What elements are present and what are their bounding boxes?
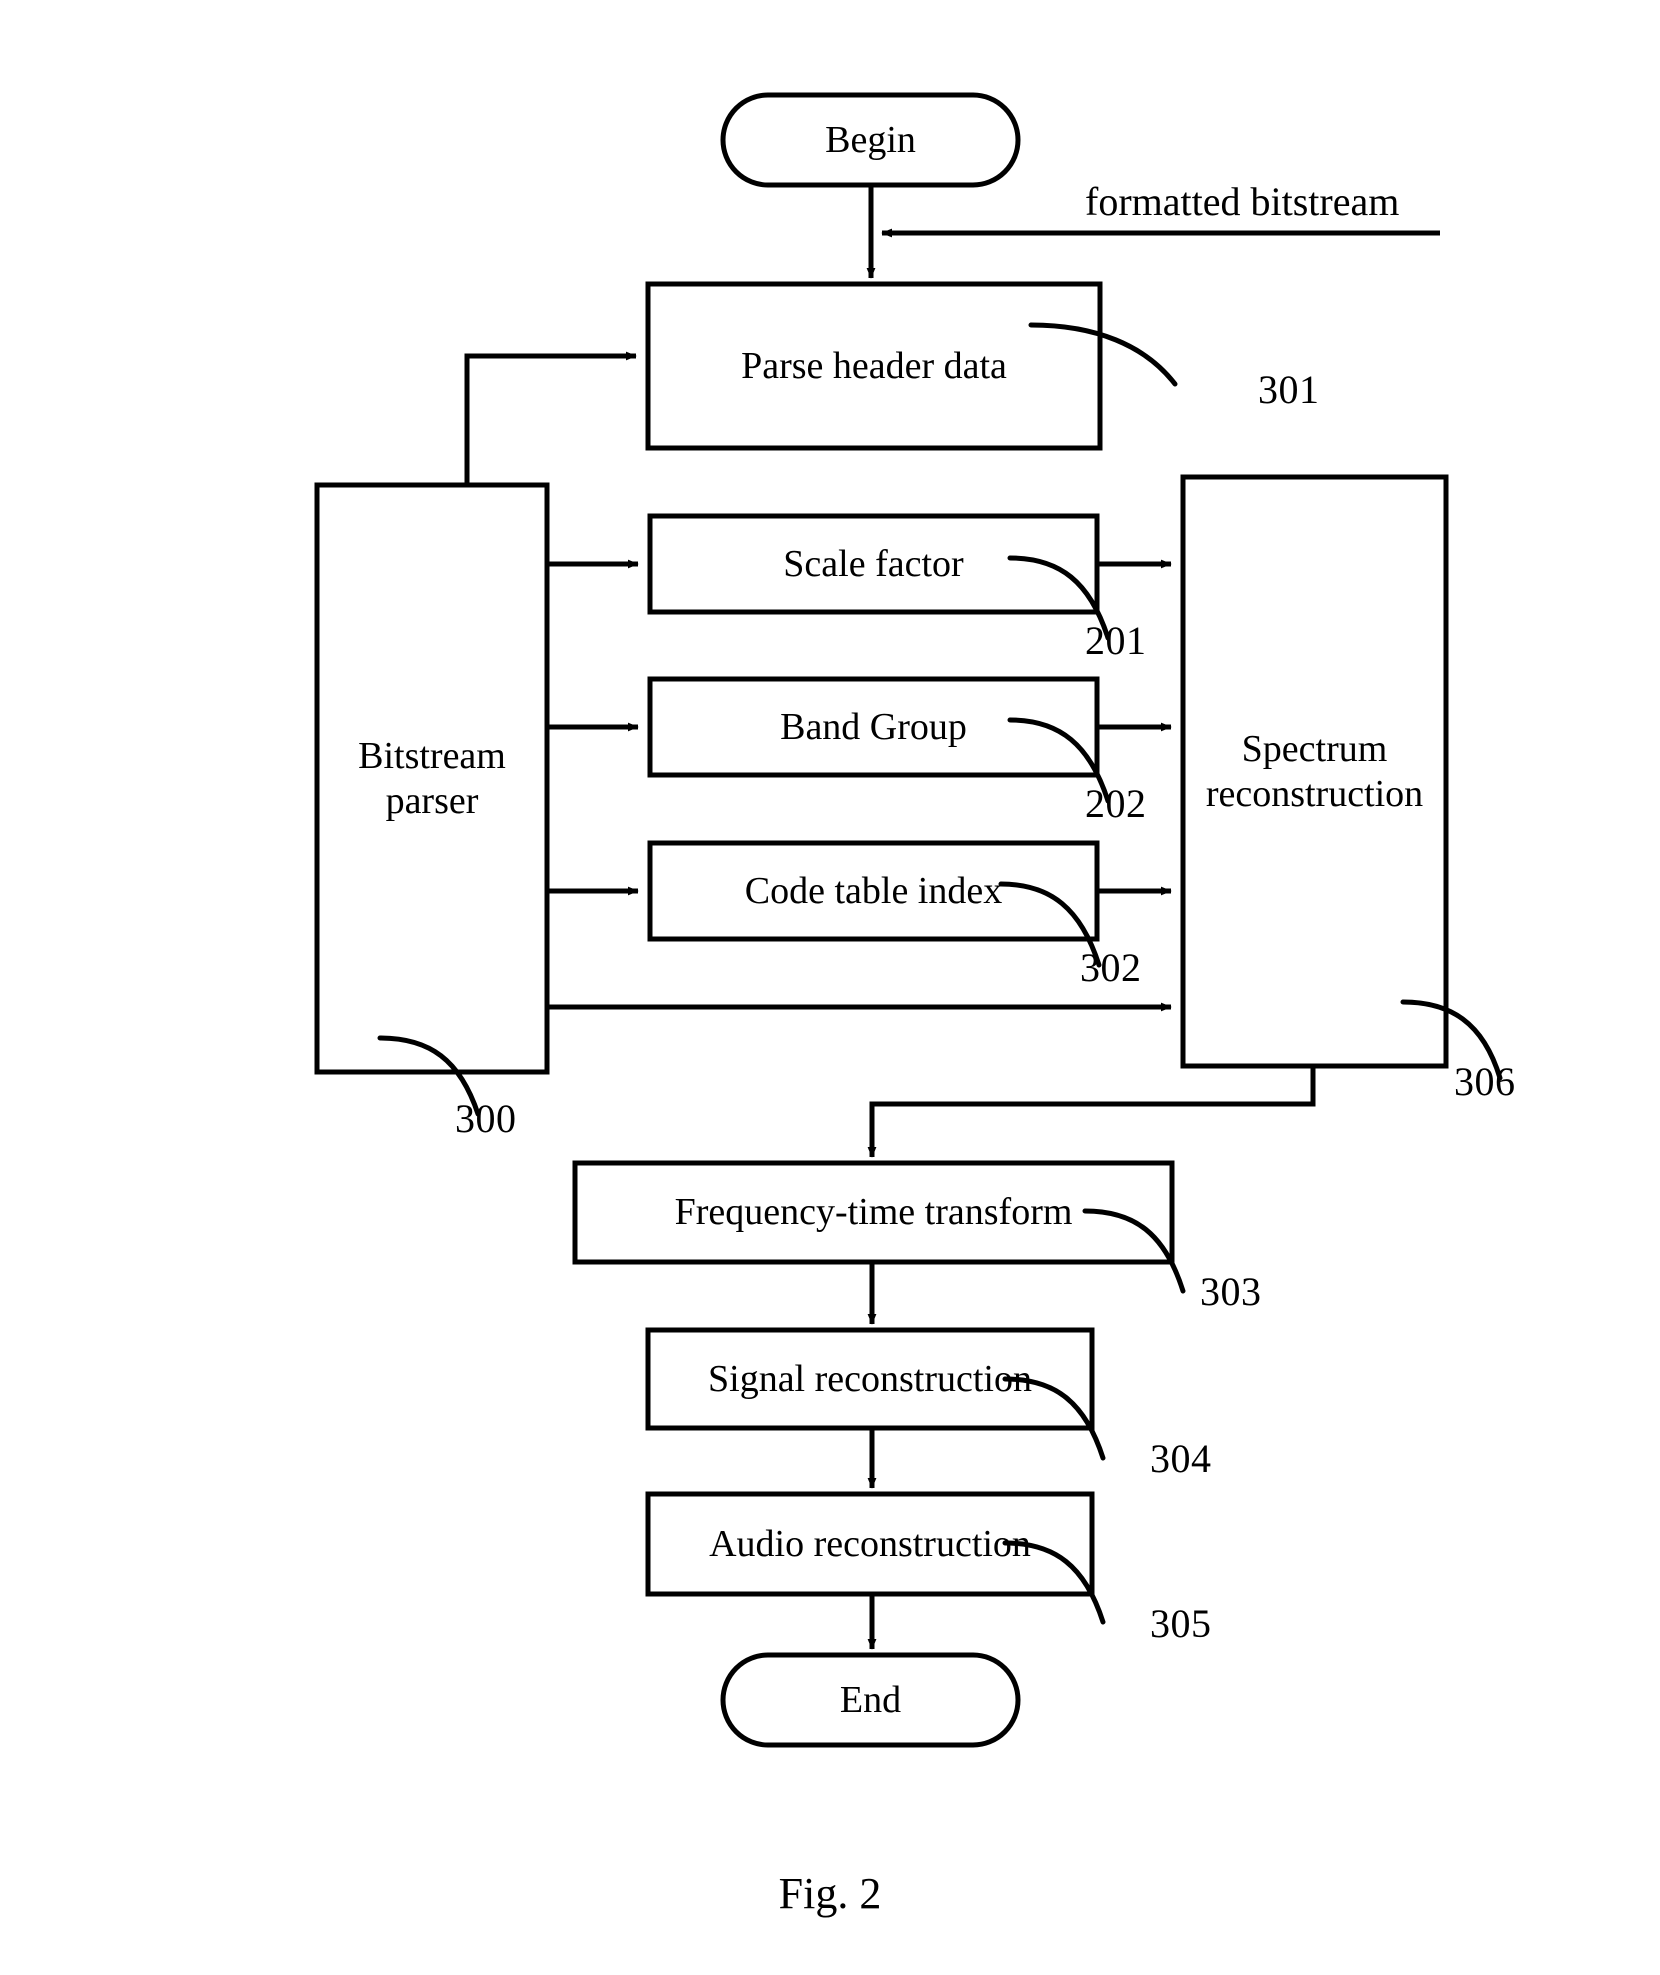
ref-numeral-304: 304: [1150, 1436, 1212, 1481]
ref-numeral-303: 303: [1200, 1269, 1262, 1314]
edge-label-formatted-bitstream: formatted bitstream: [1085, 179, 1400, 224]
ref-numeral-305: 305: [1150, 1601, 1212, 1646]
node-parse-header-shape: [645, 281, 1103, 451]
ref-numeral-306: 306: [1454, 1059, 1516, 1104]
edge-parser-to-parse-header: [464, 351, 637, 485]
node-end-shape: [720, 1652, 1021, 1748]
ref-numeral-201: 201: [1085, 618, 1147, 663]
node-spectrum-reconstruction-shape: [1180, 474, 1449, 1069]
ref-numeral-301: 301: [1258, 367, 1320, 412]
flowchart-svg: [314, 92, 1503, 1748]
ref-numeral-302: 302: [1080, 945, 1142, 990]
node-scale-factor-shape: [647, 513, 1100, 615]
ref-numeral-202: 202: [1085, 781, 1147, 826]
node-code-table-index-shape: [647, 840, 1100, 942]
node-begin-shape: [720, 92, 1021, 188]
node-band-group-shape: [647, 676, 1100, 778]
node-frequency-time-transform-shape: [572, 1160, 1175, 1265]
edge-spectrum-to-frequency-time: [867, 1066, 1316, 1158]
node-bitstream-parser-shape: [314, 482, 550, 1075]
figure-page: Begin Parse header data Bitstream parser…: [0, 0, 1660, 1975]
ref-numeral-300: 300: [455, 1096, 517, 1141]
figure-caption: Fig. 2: [778, 1869, 882, 1918]
